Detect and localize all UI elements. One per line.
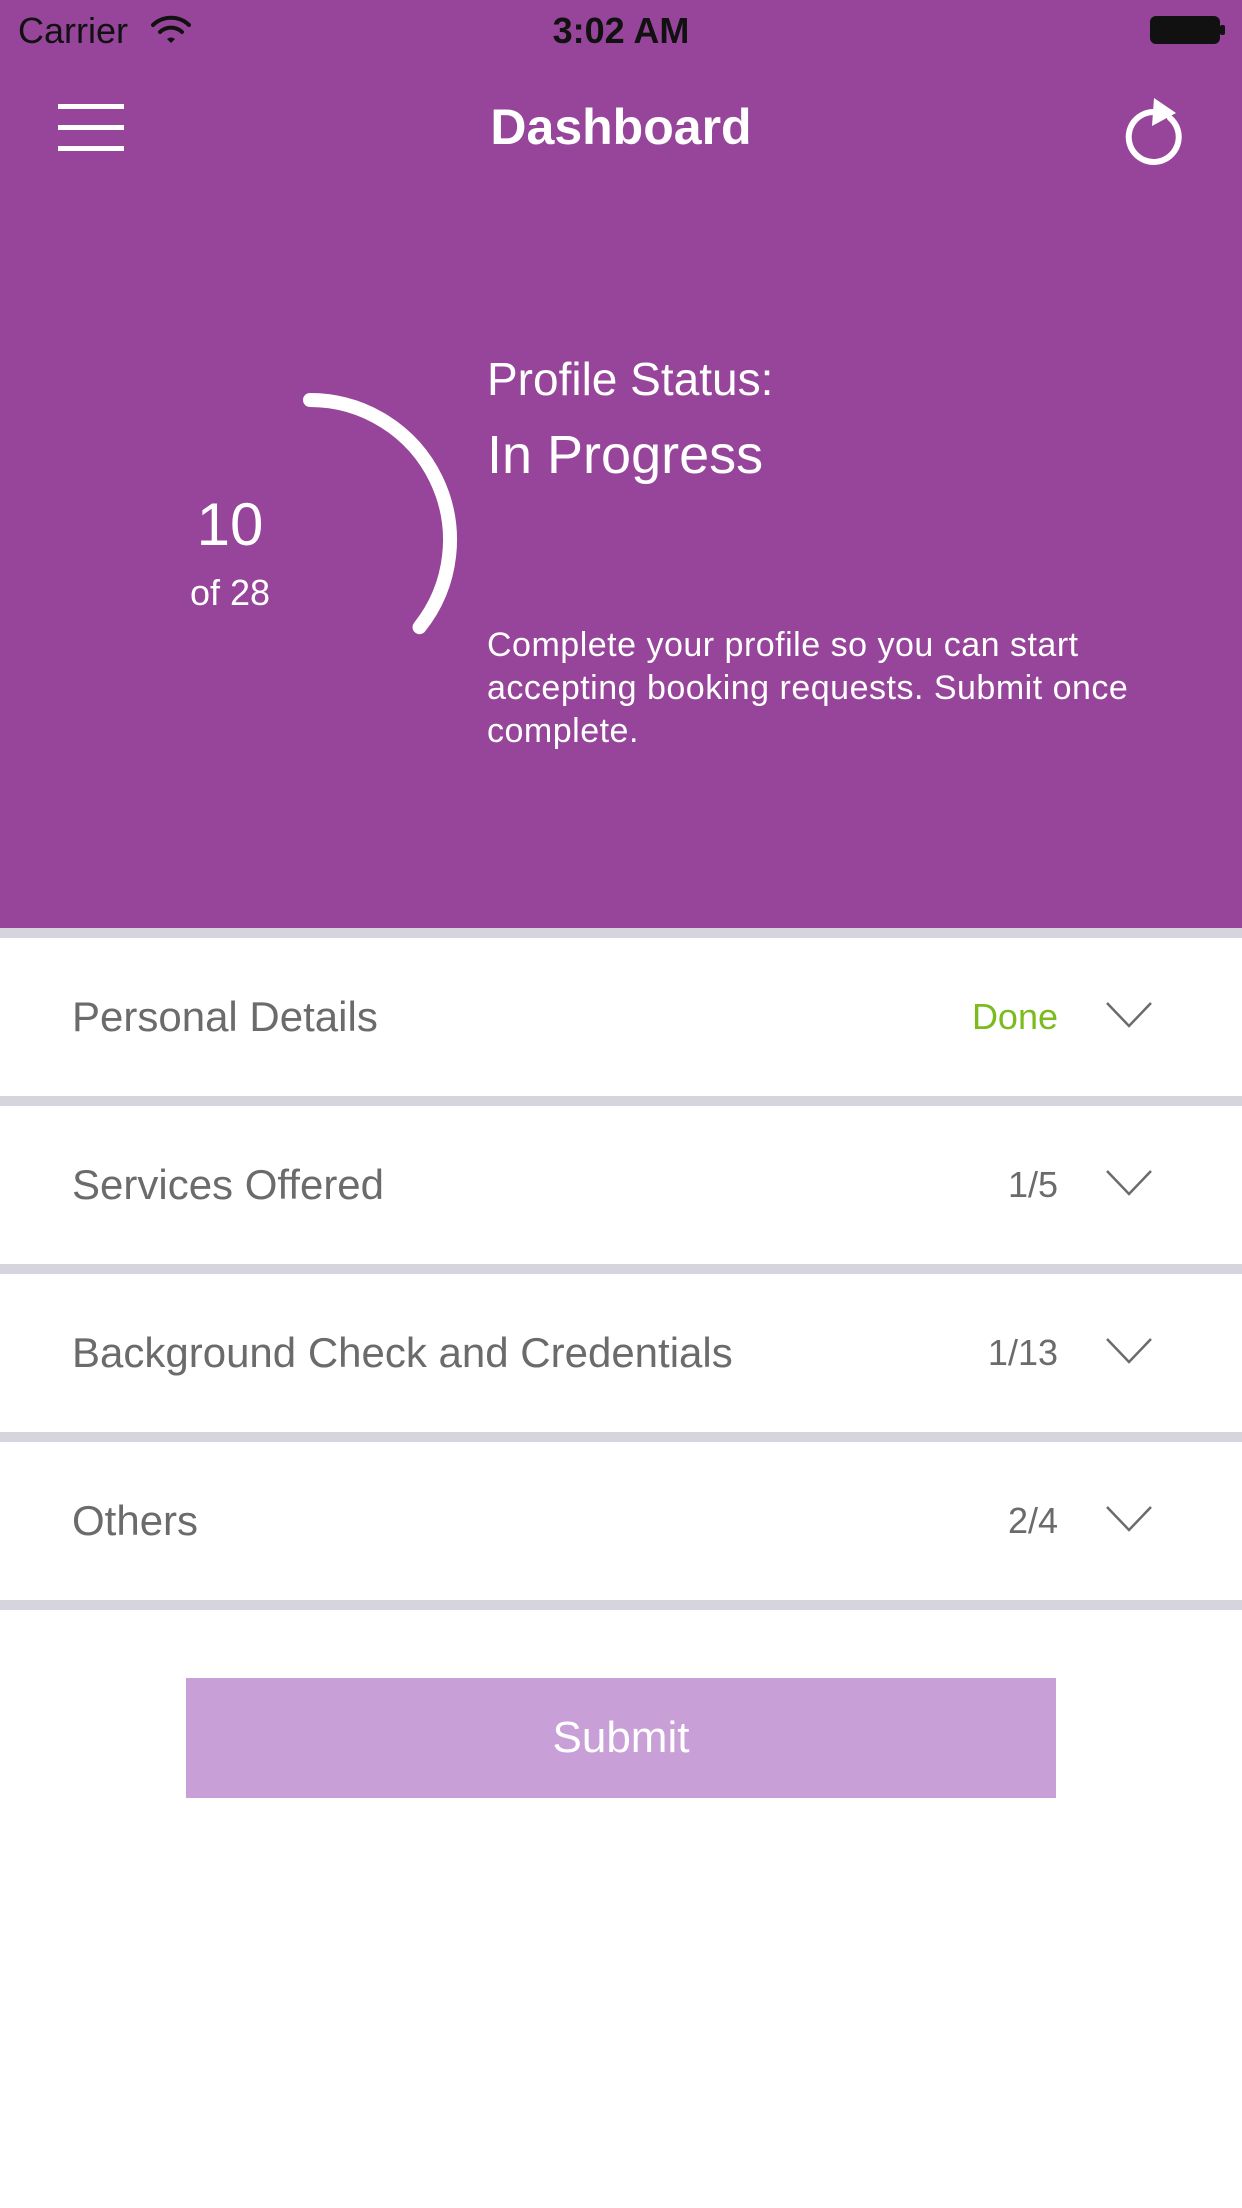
navigation-bar: Dashboard xyxy=(0,60,1242,192)
section-divider xyxy=(0,1600,1242,1610)
clock-label: 3:02 AM xyxy=(552,10,690,51)
progress-arc xyxy=(303,393,457,635)
profile-status-header: Carrier 3:02 AM Dashboard 10 of 28 Profi… xyxy=(0,0,1242,928)
section-row-others[interactable]: Others 2/4 xyxy=(0,1442,1242,1600)
profile-status-label: Profile Status: xyxy=(487,353,774,405)
chevron-down-icon[interactable] xyxy=(1105,1168,1153,1198)
section-title: Personal Details xyxy=(72,993,378,1040)
page-title: Dashboard xyxy=(490,99,752,155)
section-title: Others xyxy=(72,1497,199,1544)
profile-status-description: Complete your profile so you can start a… xyxy=(487,626,1129,750)
section-row-services-offered[interactable]: Services Offered 1/5 xyxy=(0,1106,1242,1264)
section-progress-count: 2/4 xyxy=(1007,1500,1058,1541)
submit-button[interactable]: Submit xyxy=(186,1678,1056,1798)
section-progress-count: 1/5 xyxy=(1007,1164,1058,1205)
section-title: Services Offered xyxy=(72,1161,385,1208)
refresh-icon[interactable] xyxy=(1120,86,1190,166)
profile-status-value: In Progress xyxy=(487,425,764,485)
section-divider xyxy=(0,1264,1242,1274)
section-title: Background Check and Credentials xyxy=(72,1329,733,1376)
chevron-down-icon[interactable] xyxy=(1105,1504,1153,1534)
status-bar: Carrier 3:02 AM xyxy=(0,0,1242,60)
chevron-down-icon[interactable] xyxy=(1105,1000,1153,1030)
section-status-badge: Done xyxy=(971,996,1058,1037)
section-divider xyxy=(0,928,1242,938)
section-divider xyxy=(0,1432,1242,1442)
section-progress-count: 1/13 xyxy=(987,1332,1058,1373)
completed-count: 10 xyxy=(196,491,264,558)
section-row-personal-details[interactable]: Personal Details Done xyxy=(0,938,1242,1096)
total-count-label: of 28 xyxy=(189,572,271,613)
section-divider xyxy=(0,1096,1242,1106)
section-row-background-check[interactable]: Background Check and Credentials 1/13 xyxy=(0,1274,1242,1432)
chevron-down-icon[interactable] xyxy=(1105,1336,1153,1366)
battery-icon xyxy=(1150,16,1225,44)
dashboard-screen: Carrier 3:02 AM Dashboard 10 of 28 Profi… xyxy=(0,0,1242,2208)
profile-section-list: Personal Details Done Services Offered 1… xyxy=(0,928,1242,1610)
